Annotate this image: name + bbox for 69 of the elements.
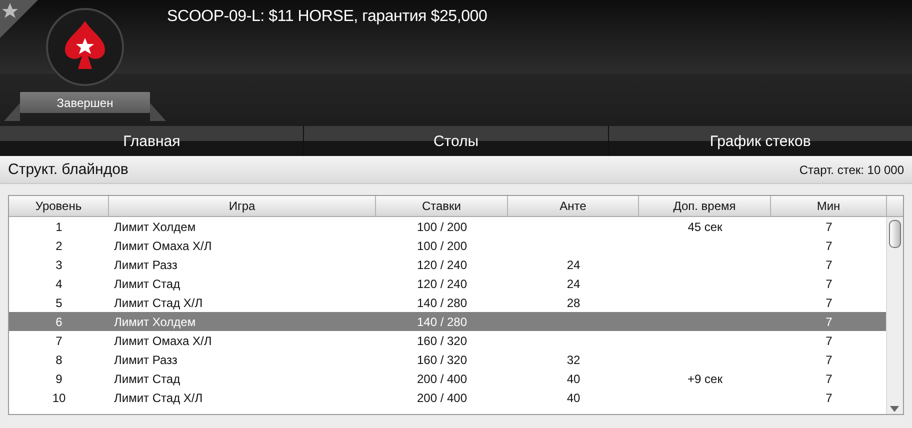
tab[interactable]: График стеков — [608, 126, 912, 156]
table-cell-text: 100 / 200 — [416, 220, 468, 234]
table-cell-text: 24 — [566, 258, 582, 272]
section-title: Структ. блайндов — [8, 161, 128, 178]
table-cell-text: 160 / 320 — [416, 352, 468, 366]
table-cell-text: 9 — [54, 372, 64, 386]
scroll-thumb[interactable] — [889, 220, 901, 248]
table-cell-text: +9 сек — [686, 372, 724, 386]
down-arrow-icon[interactable] — [890, 406, 899, 412]
table-cell-text: 24 — [566, 276, 582, 290]
ribbon-tail-drawing — [150, 103, 166, 121]
table-cell-text: 40 — [566, 390, 582, 404]
table-cell-text: 7 — [824, 390, 834, 404]
spade-logo-icon — [45, 7, 125, 87]
table-cell-text: 8 — [54, 352, 64, 366]
table-cell-text: 140 / 280 — [416, 314, 468, 328]
table-cell-text: 200 / 400 — [416, 372, 468, 386]
table-cell-text: 32 — [566, 352, 582, 366]
starting-stack: Старт. стек: 10 000 — [799, 162, 904, 176]
table-cell-text: Лимит Стад — [113, 276, 182, 290]
table-cell-text: 7 — [824, 258, 834, 272]
table-cell-text: 28 — [566, 296, 582, 310]
table-cell-text: 7 — [824, 276, 834, 290]
table-cell-text: 120 / 240 — [416, 258, 468, 272]
tab[interactable]: Столы — [304, 126, 609, 156]
table-cell-text: 4 — [54, 276, 64, 290]
table-cell-text: 100 / 200 — [416, 238, 468, 252]
table-cell-text: 7 — [824, 372, 834, 386]
table-cell-text: 2 — [54, 238, 64, 252]
status-label: Завершен — [20, 92, 150, 113]
table-cell-text: 140 / 280 — [416, 296, 468, 310]
column-header[interactable]: Доп. время — [639, 196, 771, 216]
table-cell-text: 120 / 240 — [416, 276, 468, 290]
column-header[interactable]: Игра — [109, 196, 376, 216]
table-cell-text: 160 / 320 — [416, 334, 468, 348]
table-cell-text: Лимит Стад — [113, 372, 182, 386]
table-cell-text: Лимит Холдем — [113, 220, 197, 234]
table-cell-text: 7 — [824, 352, 834, 366]
table-cell-text: 3 — [54, 258, 64, 272]
column-header[interactable]: Уровень — [9, 196, 109, 216]
table-cell-text: 7 — [824, 220, 834, 234]
table-cell-text: Лимит Омаха Х/Л — [113, 334, 213, 348]
table-cell-text: 7 — [54, 334, 64, 348]
column-header[interactable]: Анте — [508, 196, 639, 216]
table-cell-text: Лимит Стад Х/Л — [113, 296, 204, 310]
table-cell-text: Лимит Стад Х/Л — [113, 390, 204, 404]
table-cell-text: Лимит Холдем — [113, 314, 197, 328]
table-cell-text: 45 сек — [686, 220, 724, 234]
table-row[interactable]: 6 Лимит Холдем 140 / 280 7 — [9, 312, 886, 331]
table-cell-text: 6 — [54, 314, 64, 328]
table-cell-text: Лимит Разз — [113, 352, 178, 366]
column-header[interactable]: Мин — [771, 196, 887, 216]
ribbon-tail-drawing — [4, 103, 20, 121]
table-cell-text: Лимит Омаха Х/Л — [113, 238, 213, 252]
table-cell-text: 5 — [54, 296, 64, 310]
table-cell-text: 10 — [51, 390, 67, 404]
star-icon[interactable] — [0, 0, 38, 38]
column-header[interactable]: Ставки — [376, 196, 508, 216]
table-cell-text: 7 — [824, 334, 834, 348]
table-cell-text: Лимит Разз — [113, 258, 178, 272]
tab[interactable]: Главная — [0, 126, 304, 156]
table-cell-text: 1 — [54, 220, 64, 234]
table-cell-text: 7 — [824, 314, 834, 328]
table-cell-text: 7 — [824, 296, 834, 310]
scrollbar[interactable] — [886, 217, 903, 414]
table-cell-text: 200 / 400 — [416, 390, 468, 404]
table-cell-text: 7 — [824, 238, 834, 252]
tournament-title: SCOOP-09-L: $11 HORSE, гарантия $25,000 — [167, 8, 488, 26]
table-cell-text: 40 — [566, 372, 582, 386]
